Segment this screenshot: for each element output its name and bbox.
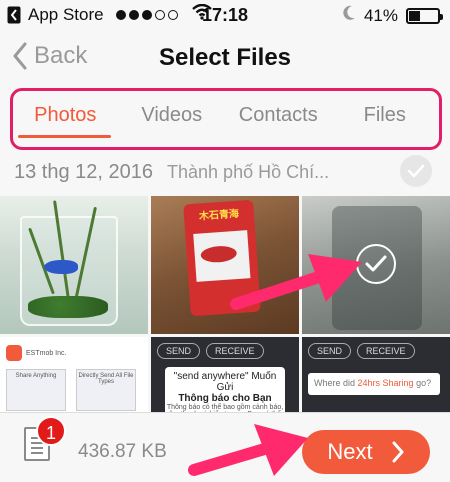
send-label: SEND	[308, 343, 352, 359]
status-bar: App Store 17:18 41%	[0, 0, 450, 30]
popup-subtitle: Thông báo cho Bạn	[178, 393, 272, 404]
date-group-header: 13 thg 12, 2016 Thành phố Hồ Chí...	[0, 151, 450, 193]
tab-bar: Photos Videos Contacts Files	[12, 94, 438, 142]
tab-photos[interactable]: Photos	[12, 94, 119, 142]
moss-image	[28, 296, 108, 318]
app-icon	[6, 345, 22, 361]
send-receive-row: SEND RECEIVE	[157, 343, 264, 359]
back-label: Back	[34, 42, 88, 69]
popup-title: "send anywhere" Muốn Gửi	[173, 371, 277, 393]
app-screenshot: Directly Send All File Types	[76, 369, 136, 411]
select-all-check-icon[interactable]	[400, 155, 432, 187]
where-did-banner: Where did 24hrs Sharing go?	[308, 373, 440, 395]
battery-icon	[406, 7, 443, 24]
send-label: SEND	[157, 343, 201, 359]
chevron-right-icon	[392, 441, 404, 463]
group-location: Thành phố Hồ Chí...	[167, 161, 330, 182]
back-button[interactable]: Back	[12, 42, 87, 70]
banner-prefix: Where did	[314, 378, 358, 388]
back-to-app-icon[interactable]	[6, 5, 22, 25]
status-left: App Store	[6, 3, 212, 25]
selection-count-badge: 1	[36, 416, 66, 446]
status-time: 17:18	[201, 5, 249, 25]
send-receive-row: SEND RECEIVE	[308, 343, 415, 359]
tab-files[interactable]: Files	[332, 94, 439, 142]
photo-thumbnail-selected[interactable]	[302, 196, 450, 334]
receive-label: RECEIVE	[357, 343, 415, 359]
notification-popup: "send anywhere" Muốn Gửi Thông báo cho B…	[165, 367, 285, 412]
popup-body: Thông báo có thể bao gồm cảnh báo, âm th…	[166, 404, 284, 412]
selected-check-icon[interactable]	[356, 244, 396, 284]
chevron-left-icon	[13, 42, 27, 70]
photo-grid: 木石青海 ESTmob Inc. Share Anything Directly…	[0, 196, 450, 412]
app-developer: ESTmob Inc.	[26, 349, 67, 357]
carrier-label[interactable]: App Store	[28, 5, 104, 25]
screenshot-thumbnail[interactable]: SEND RECEIVE Where did 24hrs Sharing go?	[302, 337, 450, 412]
bottom-bar: 1 436.87 KB Next	[0, 412, 450, 482]
packet-text: 木石青海	[198, 208, 240, 223]
moon-icon	[342, 5, 356, 26]
food-packet-image: 木石青海	[183, 199, 261, 317]
navigation-bar: Back Select Files	[0, 30, 450, 88]
status-right: 41%	[342, 5, 443, 26]
app-screenshot: Share Anything	[6, 369, 66, 411]
banner-highlight: 24hrs Sharing	[357, 378, 414, 388]
next-label: Next	[327, 439, 373, 464]
banner-suffix: go?	[413, 378, 432, 388]
app-store-header: ESTmob Inc.	[6, 341, 142, 365]
battery-percent: 41%	[363, 5, 398, 25]
page-title: Select Files	[158, 44, 292, 71]
signal-strength-icon	[115, 9, 178, 20]
receive-label: RECEIVE	[206, 343, 264, 359]
screenshot-thumbnail[interactable]: SEND RECEIVE "send anywhere" Muốn Gửi Th…	[151, 337, 299, 412]
next-button[interactable]: Next	[302, 430, 430, 474]
tab-videos[interactable]: Videos	[119, 94, 226, 142]
screenshot-thumbnail[interactable]: ESTmob Inc. Share Anything Directly Send…	[0, 337, 148, 412]
battery-fill	[409, 10, 420, 21]
group-date: 13 thg 12, 2016	[14, 160, 154, 183]
photo-thumbnail[interactable]	[0, 196, 148, 334]
tab-contacts[interactable]: Contacts	[225, 94, 332, 142]
fish-image	[44, 260, 78, 274]
photo-thumbnail[interactable]: 木石青海	[151, 196, 299, 334]
app-screenshots: Share Anything Directly Send All File Ty…	[6, 369, 136, 411]
selected-size: 436.87 KB	[78, 441, 167, 462]
